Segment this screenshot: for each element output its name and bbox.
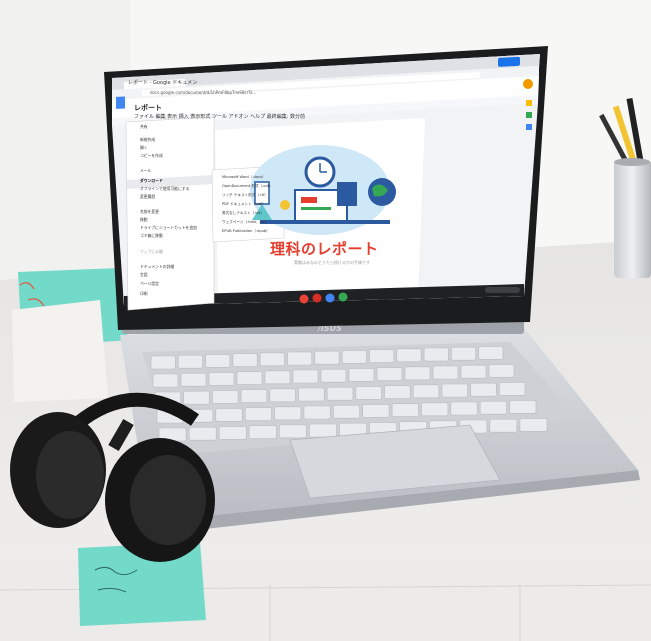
- keyboard-key: [391, 403, 419, 417]
- keyboard-key: [292, 369, 319, 384]
- keyboard-key: [150, 355, 176, 370]
- keyboard-key: [244, 407, 272, 421]
- keyboard-key: [269, 388, 296, 403]
- keyboard-key: [264, 370, 291, 385]
- keyboard-key: [355, 386, 382, 400]
- keyboard-key: [509, 400, 537, 414]
- keyboard-key: [450, 401, 478, 416]
- keyboard-key: [236, 371, 263, 385]
- keyboard-key: [205, 354, 231, 368]
- keyboard-key: [396, 348, 422, 363]
- keyboard-key: [240, 389, 268, 403]
- keyboard-key: [421, 402, 449, 417]
- keyboard-key: [423, 347, 449, 362]
- keyboard-key: [470, 382, 497, 397]
- keyboard-key: [232, 353, 258, 367]
- keyboard-key: [259, 352, 285, 367]
- keyboard-key: [320, 368, 347, 383]
- docs-icon[interactable]: [325, 293, 335, 303]
- keyboard-key: [248, 425, 277, 439]
- keyboard-key: [298, 387, 325, 402]
- keyboard-key: [412, 384, 440, 399]
- keyboard-key: [432, 365, 459, 380]
- keyboard-key: [341, 350, 367, 364]
- keyboard-key: [188, 426, 217, 441]
- keyboard-key: [218, 426, 247, 440]
- keyboard-key: [362, 404, 390, 418]
- keyboard-key: [519, 418, 548, 432]
- keyboard-key: [326, 386, 354, 401]
- keyboard-key: [287, 351, 313, 366]
- keyboard-key: [309, 423, 337, 438]
- keyboard-key: [180, 372, 207, 387]
- keyboard-key: [314, 350, 340, 365]
- file-menu[interactable]: [125, 116, 215, 311]
- gmail-icon[interactable]: [312, 293, 322, 303]
- keyboard-key: [479, 400, 507, 415]
- keyboard-key: [451, 346, 476, 361]
- keyboard-key: [278, 424, 307, 439]
- keyboard-key: [332, 404, 360, 419]
- keyboard-key: [178, 354, 203, 369]
- keyboard-key: [384, 385, 411, 399]
- keyboard-key: [489, 418, 518, 433]
- keyboard-key: [348, 368, 375, 382]
- keyboard-key: [498, 382, 526, 396]
- keyboard-key: [274, 406, 302, 421]
- keyboard-key: [183, 390, 210, 405]
- keyboard-key: [376, 367, 403, 381]
- play-icon[interactable]: [338, 292, 348, 302]
- keyboard-key: [441, 383, 468, 398]
- keyboard-key: [460, 364, 487, 379]
- keyboard-key: [404, 366, 431, 381]
- keyboard-key: [369, 349, 395, 363]
- keyboard-key: [208, 372, 235, 386]
- chrome-icon[interactable]: [299, 294, 309, 304]
- scene: /ISUS: [0, 0, 651, 641]
- keyboard-key: [303, 405, 331, 420]
- keyboard-key: [488, 364, 515, 378]
- keyboard-key: [212, 390, 239, 404]
- keyboard-key: [478, 346, 504, 360]
- keyboard-key: [152, 373, 179, 388]
- keyboard-key: [215, 408, 243, 422]
